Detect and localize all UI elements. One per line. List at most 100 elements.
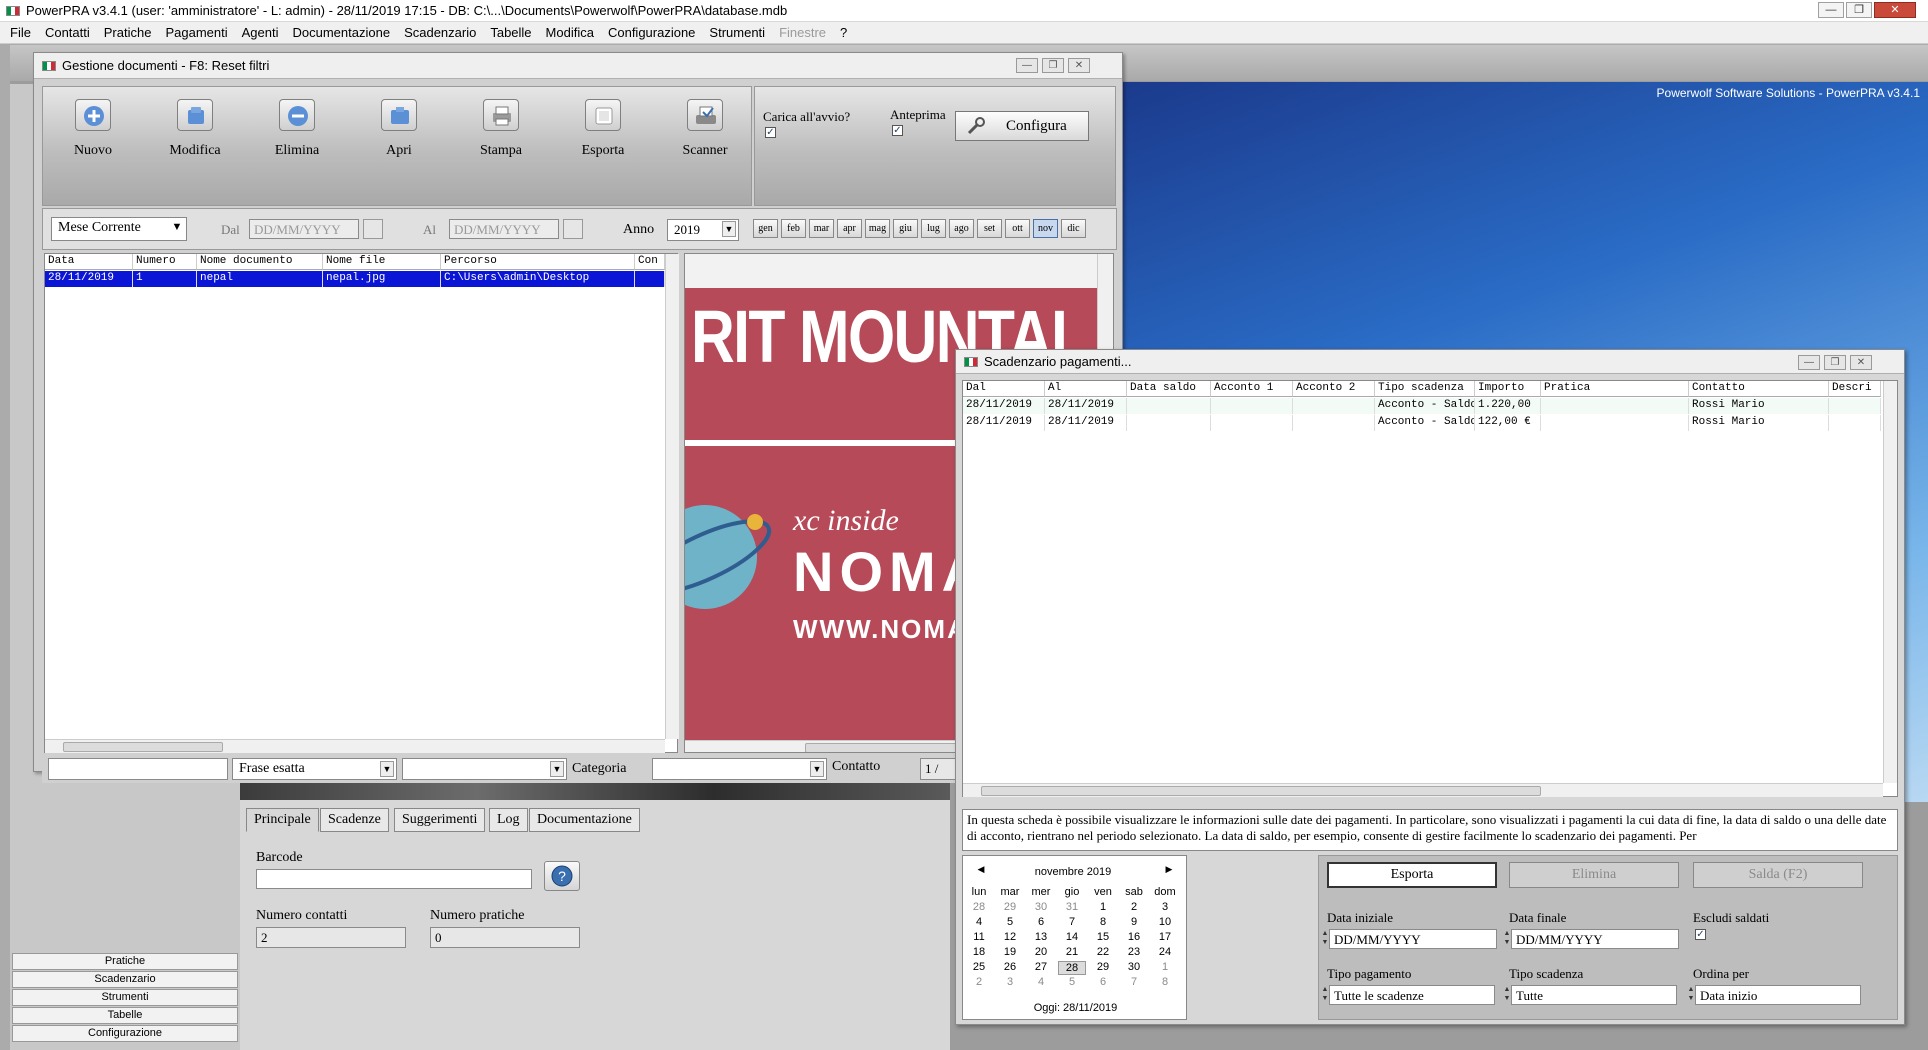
month-button-gen[interactable]: gen bbox=[753, 219, 778, 238]
calendar-day[interactable]: 29 bbox=[1089, 961, 1117, 973]
data-iniziale-input[interactable]: DD/MM/YYYY bbox=[1329, 929, 1497, 949]
search-input[interactable] bbox=[48, 758, 228, 780]
month-button-ott[interactable]: ott bbox=[1005, 219, 1030, 238]
nav-pratiche[interactable]: Pratiche bbox=[12, 953, 238, 970]
menu-scadenzario[interactable]: Scadenzario bbox=[404, 25, 476, 40]
nav-configurazione[interactable]: Configurazione bbox=[12, 1025, 238, 1042]
tab-scadenze[interactable]: Scadenze bbox=[320, 808, 389, 832]
pay-cell[interactable] bbox=[1211, 398, 1293, 414]
pay-cell[interactable] bbox=[1127, 398, 1211, 414]
calendar-day[interactable]: 12 bbox=[996, 931, 1024, 943]
col-header-percorso[interactable]: Percorso bbox=[441, 254, 635, 270]
payments-vscrollbar[interactable] bbox=[1883, 381, 1897, 783]
menu-pagamenti[interactable]: Pagamenti bbox=[165, 25, 227, 40]
pay-col-header-7[interactable]: Pratica bbox=[1541, 381, 1689, 397]
calendar-day[interactable]: 1 bbox=[1089, 901, 1117, 913]
documents-vscrollbar[interactable] bbox=[665, 254, 679, 739]
elimina-button[interactable]: Elimina bbox=[257, 99, 337, 159]
search-mode-select[interactable]: Frase esatta ▼ bbox=[232, 758, 397, 780]
barcode-input[interactable] bbox=[256, 869, 532, 889]
calendar-day[interactable]: 20 bbox=[1027, 946, 1055, 958]
tab-log[interactable]: Log bbox=[489, 808, 528, 832]
calendar-day[interactable]: 4 bbox=[1027, 976, 1055, 988]
calendar-day[interactable]: 2 bbox=[1120, 901, 1148, 913]
carica-avvio-checkbox[interactable]: ✓ bbox=[765, 127, 776, 138]
menu-agenti[interactable]: Agenti bbox=[242, 25, 279, 40]
calendar-day[interactable]: 17 bbox=[1151, 931, 1179, 943]
pay-cell[interactable] bbox=[1829, 398, 1881, 414]
calendar-day[interactable]: 28 bbox=[1058, 961, 1086, 975]
dal-date-input[interactable]: DD/MM/YYYY bbox=[249, 219, 359, 239]
calendar-day[interactable]: 25 bbox=[965, 961, 993, 973]
pay-cell[interactable]: Rossi Mario bbox=[1689, 415, 1829, 431]
pay-col-header-9[interactable]: Descri bbox=[1829, 381, 1881, 397]
month-button-ago[interactable]: ago bbox=[949, 219, 974, 238]
calendar-day[interactable]: 5 bbox=[1058, 976, 1086, 988]
menu-configurazione[interactable]: Configurazione bbox=[608, 25, 695, 40]
calendar-day[interactable]: 22 bbox=[1089, 946, 1117, 958]
nuovo-button[interactable]: Nuovo bbox=[53, 99, 133, 159]
spinner-icon[interactable]: ▲ ▼ bbox=[1687, 985, 1695, 1003]
month-button-giu[interactable]: giu bbox=[893, 219, 918, 238]
contatto-select[interactable]: ▼ bbox=[652, 758, 827, 780]
al-date-input[interactable]: DD/MM/YYYY bbox=[449, 219, 559, 239]
scanner-button[interactable]: Scanner bbox=[665, 99, 745, 159]
anno-select[interactable]: 2019 ▼ bbox=[667, 219, 739, 241]
pay-cell[interactable] bbox=[1829, 415, 1881, 431]
tab-principale[interactable]: Principale bbox=[246, 808, 319, 832]
calendar-day[interactable]: 4 bbox=[965, 916, 993, 928]
col-header-nome-file[interactable]: Nome file bbox=[323, 254, 441, 270]
pay-cell[interactable]: 1.220,00 bbox=[1475, 398, 1541, 414]
chevron-right-icon[interactable]: ▶ bbox=[1155, 864, 1183, 875]
calendar-today[interactable]: Oggi: 28/11/2019 bbox=[963, 1002, 1188, 1014]
calendar-day[interactable]: 7 bbox=[1120, 976, 1148, 988]
esporta-button[interactable]: Esporta bbox=[563, 99, 643, 159]
spinner-icon[interactable]: ▲ ▼ bbox=[1321, 929, 1329, 947]
payments-maximize-icon[interactable]: ❐ bbox=[1824, 355, 1846, 370]
calendar-day[interactable]: 19 bbox=[996, 946, 1024, 958]
calendar-day[interactable]: 27 bbox=[1027, 961, 1055, 973]
calendar-day[interactable]: 3 bbox=[1151, 901, 1179, 913]
calendar-day[interactable]: 1 bbox=[1151, 961, 1179, 973]
calendar-day[interactable]: 7 bbox=[1058, 916, 1086, 928]
modifica-button[interactable]: Modifica bbox=[155, 99, 235, 159]
stampa-button[interactable]: Stampa bbox=[461, 99, 541, 159]
apri-button[interactable]: Apri bbox=[359, 99, 439, 159]
pay-cell[interactable]: 28/11/2019 bbox=[963, 398, 1045, 414]
chevron-left-icon[interactable]: ◀ bbox=[967, 864, 995, 875]
ordina-per-select[interactable]: Data inizio bbox=[1695, 985, 1861, 1005]
nav-tabelle[interactable]: Tabelle bbox=[12, 1007, 238, 1024]
data-finale-input[interactable]: DD/MM/YYYY bbox=[1511, 929, 1679, 949]
calendar-day[interactable]: 29 bbox=[996, 901, 1024, 913]
esporta-button[interactable]: Esporta bbox=[1327, 862, 1497, 888]
pay-col-header-8[interactable]: Contatto bbox=[1689, 381, 1829, 397]
pay-cell[interactable] bbox=[1293, 398, 1375, 414]
pay-cell[interactable]: 28/11/2019 bbox=[963, 415, 1045, 431]
pay-cell[interactable]: Rossi Mario bbox=[1689, 398, 1829, 414]
calendar-day[interactable]: 2 bbox=[965, 976, 993, 988]
calendar-day[interactable]: 6 bbox=[1089, 976, 1117, 988]
col-header-data[interactable]: Data bbox=[45, 254, 133, 270]
pay-cell[interactable]: Acconto - Saldo bbox=[1375, 398, 1475, 414]
month-button-mag[interactable]: mag bbox=[865, 219, 890, 238]
calendar-day[interactable]: 9 bbox=[1120, 916, 1148, 928]
pay-col-header-4[interactable]: Acconto 2 bbox=[1293, 381, 1375, 397]
month-button-set[interactable]: set bbox=[977, 219, 1002, 238]
maximize-icon[interactable]: ❐ bbox=[1846, 2, 1872, 18]
nav-scadenzario[interactable]: Scadenzario bbox=[12, 971, 238, 988]
calendar-day[interactable]: 30 bbox=[1027, 901, 1055, 913]
pay-cell[interactable] bbox=[1293, 415, 1375, 431]
calendar-day[interactable]: 14 bbox=[1058, 931, 1086, 943]
scroll-thumb[interactable] bbox=[805, 743, 965, 752]
payments-minimize-icon[interactable]: — bbox=[1798, 355, 1820, 370]
calendar-day[interactable]: 8 bbox=[1151, 976, 1179, 988]
pay-col-header-2[interactable]: Data saldo bbox=[1127, 381, 1211, 397]
calendar-day[interactable]: 23 bbox=[1120, 946, 1148, 958]
col-header-con[interactable]: Con bbox=[635, 254, 665, 270]
pay-col-header-3[interactable]: Acconto 1 bbox=[1211, 381, 1293, 397]
calendar-day[interactable]: 21 bbox=[1058, 946, 1086, 958]
barcode-help-button[interactable]: ? bbox=[544, 861, 580, 891]
month-button-lug[interactable]: lug bbox=[921, 219, 946, 238]
pay-col-header-5[interactable]: Tipo scadenza bbox=[1375, 381, 1475, 397]
configura-button[interactable]: Configura bbox=[955, 111, 1089, 141]
